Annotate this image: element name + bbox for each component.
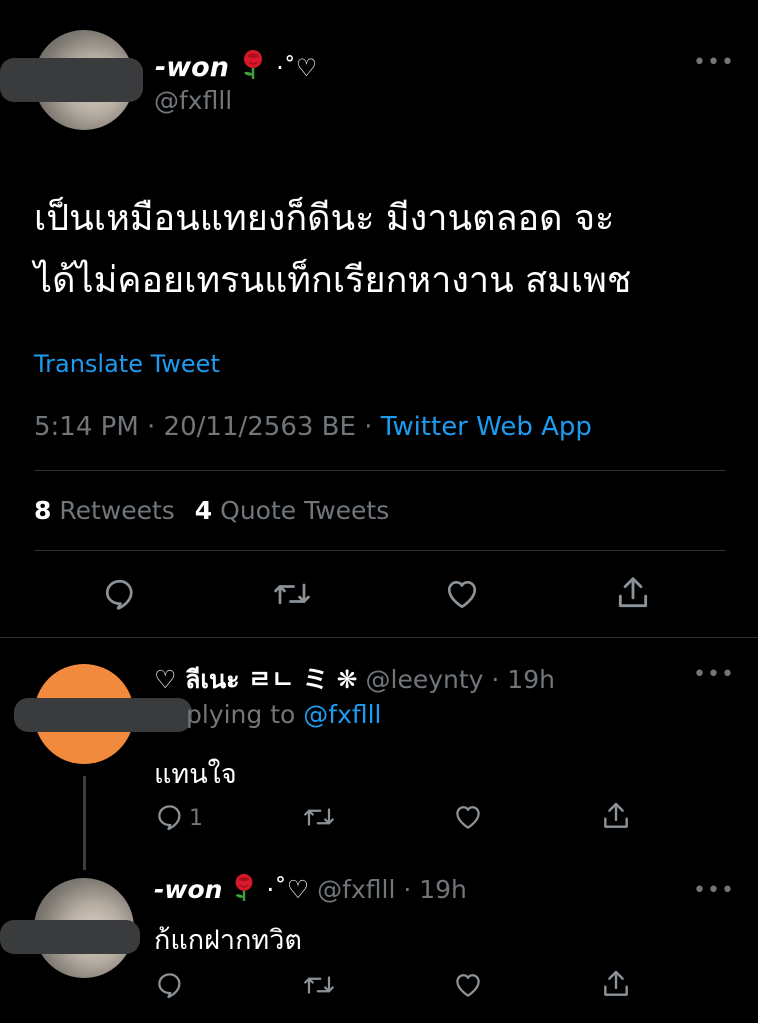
tweet-text: เป็นเหมือนแทยงก็ดีนะ มีงานตลอด จะ ได้ไม่… bbox=[34, 188, 631, 312]
display-name: -won bbox=[155, 52, 229, 83]
more-options-icon[interactable]: ••• bbox=[693, 52, 735, 74]
reply-count: 1 bbox=[189, 806, 203, 831]
tweet-timestamp: 5:14 PM · 20/11/2563 BE · Twitter Web Ap… bbox=[34, 412, 592, 442]
reply-text: ก้แกฝากทวิต bbox=[154, 925, 302, 956]
share-icon[interactable] bbox=[600, 800, 632, 832]
like-icon[interactable] bbox=[443, 576, 481, 612]
name-suffix: ·˚♡ bbox=[276, 54, 318, 82]
tweet-text-line-1: เป็นเหมือนแทยงก็ดีนะ มีงานตลอด จะ bbox=[34, 198, 615, 239]
divider bbox=[34, 470, 726, 471]
tweet-text-line-2: ได้ไม่คอยเทรนแท็กเรียกหางาน สมเพช bbox=[34, 260, 632, 301]
share-icon[interactable] bbox=[614, 574, 652, 612]
retweet-icon[interactable] bbox=[272, 576, 312, 612]
reply-icon[interactable] bbox=[155, 802, 185, 832]
time-date: 5:14 PM · 20/11/2563 BE · bbox=[34, 412, 381, 442]
source-link[interactable]: Twitter Web App bbox=[381, 412, 592, 442]
reply-header[interactable]: -won ·˚♡ @fxflll · 19h bbox=[154, 872, 467, 912]
name-suffix: ·˚♡ bbox=[266, 875, 310, 904]
like-icon[interactable] bbox=[452, 802, 484, 832]
redaction-bar bbox=[0, 58, 143, 102]
replying-handle-link[interactable]: @fxflll bbox=[303, 700, 381, 729]
replying-prefix: plying to bbox=[186, 700, 304, 729]
divider bbox=[0, 637, 758, 638]
reply-handle-time: @fxflll · 19h bbox=[317, 875, 467, 904]
quotes-count: 4 bbox=[194, 496, 213, 525]
share-icon[interactable] bbox=[600, 968, 632, 1000]
tweet-stats: 8 Retweets 4 Quote Tweets bbox=[34, 496, 389, 525]
translate-tweet-link[interactable]: Translate Tweet bbox=[34, 350, 220, 378]
more-options-icon[interactable]: ••• bbox=[693, 664, 735, 686]
reply-handle-time: @leeynty · 19h bbox=[365, 665, 555, 694]
rose-icon bbox=[238, 48, 268, 90]
quotes-label: Quote Tweets bbox=[220, 496, 390, 525]
thread-line bbox=[83, 776, 86, 870]
divider bbox=[34, 550, 726, 551]
redaction-bar bbox=[0, 920, 140, 954]
more-options-icon[interactable]: ••• bbox=[693, 880, 735, 902]
redaction-bar bbox=[14, 698, 192, 732]
reply-author-name: -won bbox=[154, 875, 223, 904]
reply-icon[interactable] bbox=[155, 970, 185, 1000]
retweets-count: 8 bbox=[34, 496, 52, 525]
rose-icon bbox=[230, 872, 258, 912]
main-author-name[interactable]: -won ·˚♡ bbox=[155, 48, 317, 90]
replying-to: plying to @fxflll bbox=[186, 700, 382, 729]
retweets-stat[interactable]: 8 Retweets bbox=[34, 496, 183, 525]
reply-author-name: ♡ ลีเนะ ㄹㄴ ミ ❋ bbox=[154, 665, 358, 694]
main-handle[interactable]: @fxflll bbox=[154, 86, 232, 115]
retweets-label: Retweets bbox=[59, 496, 175, 525]
retweet-icon[interactable] bbox=[302, 802, 336, 832]
quotes-stat[interactable]: 4 Quote Tweets bbox=[195, 496, 389, 525]
retweet-icon[interactable] bbox=[302, 970, 336, 1000]
reply-icon[interactable] bbox=[102, 576, 138, 612]
reply-header[interactable]: ♡ ลีเนะ ㄹㄴ ミ ❋ @leeynty · 19h bbox=[154, 660, 555, 700]
reply-text: แทนใจ bbox=[154, 759, 237, 790]
like-icon[interactable] bbox=[452, 970, 484, 1000]
